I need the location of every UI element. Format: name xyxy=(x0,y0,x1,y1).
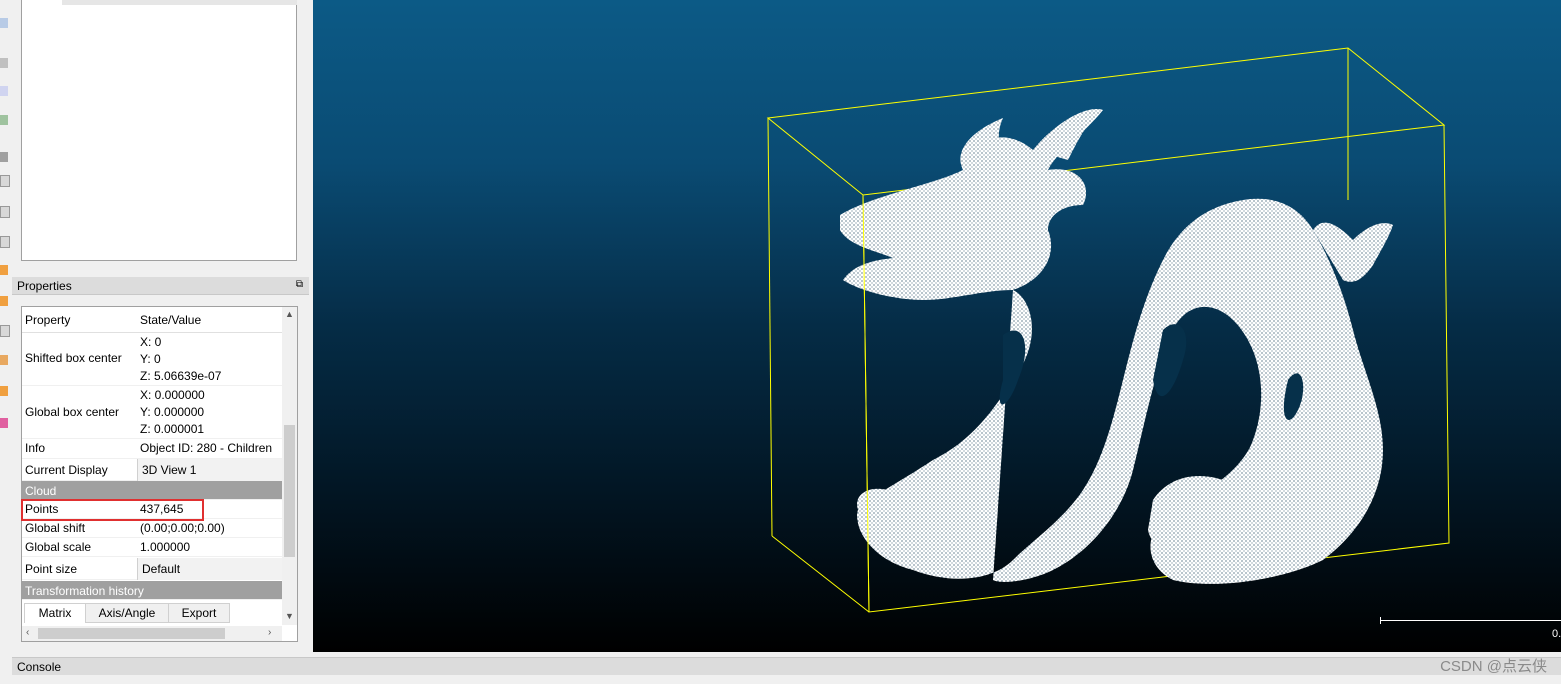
annotation-highlight xyxy=(21,499,204,521)
row-global-scale[interactable]: Global scale 1.000000 xyxy=(22,538,282,557)
transformation-tabs: Matrix Axis/Angle Export xyxy=(22,603,282,623)
horizontal-scrollbar[interactable]: ‹ › xyxy=(22,626,282,641)
table-header-row: Property State/Value xyxy=(22,307,282,333)
tab-matrix[interactable]: Matrix xyxy=(24,603,86,623)
3d-viewport[interactable]: 0. xyxy=(313,0,1561,652)
left-toolbar xyxy=(0,0,10,655)
row-value: X: 0 Y: 0 Z: 5.06639e-07 xyxy=(140,335,222,383)
tree-item[interactable] xyxy=(62,0,297,5)
section-transformation-history: Transformation history xyxy=(22,581,282,600)
scroll-down-icon[interactable]: ▼ xyxy=(285,611,294,621)
tab-axis-angle[interactable]: Axis/Angle xyxy=(85,603,169,623)
toolbar-icon[interactable] xyxy=(0,175,10,187)
scroll-right-icon[interactable]: › xyxy=(268,627,271,638)
row-value: (0.00;0.00;0.00) xyxy=(140,521,225,535)
toolbar-icon[interactable] xyxy=(0,115,8,125)
dragon-point-cloud xyxy=(840,109,1393,584)
toolbar-icon[interactable] xyxy=(0,206,10,218)
tab-export[interactable]: Export xyxy=(168,603,230,623)
bounding-box-front xyxy=(862,194,870,613)
toolbar-icon[interactable] xyxy=(0,296,8,306)
scroll-thumb[interactable] xyxy=(284,425,295,557)
toolbar-icon[interactable] xyxy=(0,386,8,396)
column-property: Property xyxy=(25,313,71,327)
row-shifted-box-center[interactable]: Shifted box center X: 0 Y: 0 Z: 5.06639e… xyxy=(22,334,282,386)
section-label: Transformation history xyxy=(25,584,144,598)
toolbar-icon[interactable] xyxy=(0,236,10,248)
point-cloud-render xyxy=(766,47,1450,613)
scale-bar xyxy=(1380,620,1561,621)
toolbar-icon[interactable] xyxy=(0,86,8,96)
toolbar-icon[interactable] xyxy=(0,418,8,428)
toolbar-icon[interactable] xyxy=(0,325,10,337)
row-value: 1.000000 xyxy=(140,540,191,554)
row-label: Point size xyxy=(25,562,78,576)
db-tree-panel[interactable] xyxy=(21,0,297,261)
row-label: Global scale xyxy=(25,540,92,554)
section-cloud: Cloud xyxy=(22,481,282,500)
row-global-shift[interactable]: Global shift (0.00;0.00;0.00) xyxy=(22,519,282,538)
toolbar-icon[interactable] xyxy=(0,152,8,162)
watermark: CSDN @点云侠 xyxy=(1440,658,1547,675)
properties-title: Properties xyxy=(17,279,72,293)
current-display-select[interactable]: 3D View 1 xyxy=(137,459,282,481)
row-value: X: 0.000000 Y: 0.000000 Z: 0.000001 xyxy=(140,388,205,436)
properties-table[interactable]: Property State/Value Shifted box center … xyxy=(21,306,298,642)
row-label: Global shift xyxy=(25,521,86,535)
console-title: Console xyxy=(17,660,62,674)
row-info[interactable]: Info Object ID: 280 - Children xyxy=(22,439,282,459)
scroll-thumb[interactable] xyxy=(38,628,225,639)
section-label: Cloud xyxy=(25,484,57,498)
row-value: Object ID: 280 - Children xyxy=(140,441,273,455)
row-label: Info xyxy=(25,441,46,455)
undock-icon[interactable]: ⧉ xyxy=(296,279,303,290)
scale-label: 0. xyxy=(1552,628,1561,640)
row-label: Current Display xyxy=(25,463,108,477)
column-state-value: State/Value xyxy=(140,313,202,327)
properties-header: Properties ⧉ xyxy=(12,277,309,295)
console-header: Console xyxy=(12,657,1561,675)
point-size-select[interactable]: Default xyxy=(137,558,282,580)
row-point-size[interactable]: Point size Default xyxy=(22,558,282,580)
row-global-box-center[interactable]: Global box center X: 0.000000 Y: 0.00000… xyxy=(22,387,282,439)
row-label: Shifted box center xyxy=(25,351,122,365)
toolbar-icon[interactable] xyxy=(0,355,8,365)
row-label: Global box center xyxy=(25,405,120,419)
scale-bar-tick xyxy=(1380,617,1381,624)
vertical-scrollbar[interactable]: ▲ ▼ xyxy=(282,307,297,625)
row-current-display[interactable]: Current Display 3D View 1 xyxy=(22,459,282,481)
toolbar-icon[interactable] xyxy=(0,265,8,275)
toolbar-icon[interactable] xyxy=(0,18,8,28)
scroll-left-icon[interactable]: ‹ xyxy=(26,627,29,638)
toolbar-icon[interactable] xyxy=(0,58,8,68)
scroll-up-icon[interactable]: ▲ xyxy=(285,309,294,319)
